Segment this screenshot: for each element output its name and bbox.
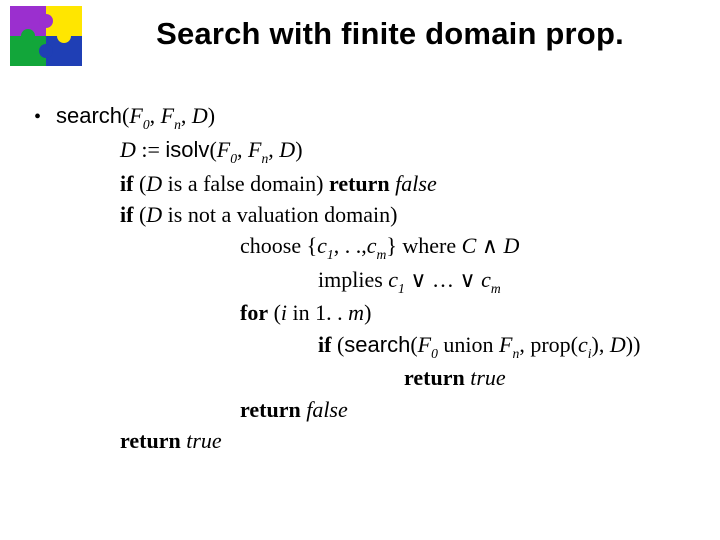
- code-line: return true: [120, 425, 690, 456]
- code-line: search(F0, Fn, D): [56, 100, 215, 134]
- code-line: for (i in 1. . m): [240, 297, 690, 328]
- code-line: if (D is a false domain) return false: [120, 168, 690, 199]
- code-line: return true: [404, 362, 690, 393]
- code-line: if (search(F0 union Fn, prop(ci), D)): [318, 329, 690, 363]
- code-line: implies c1 ∨ … ∨ cm: [318, 264, 690, 298]
- slide-title: Search with finite domain prop.: [90, 16, 690, 52]
- code-line: if (D is not a valuation domain): [120, 199, 690, 230]
- slide-body: • search(F0, Fn, D) D := isolv(F0, Fn, D…: [34, 100, 690, 456]
- bullet-icon: •: [34, 103, 56, 131]
- code-line: return false: [240, 394, 690, 425]
- code-line: choose {c1, . .,cm} where C ∧ D: [240, 230, 690, 264]
- bullet-line: • search(F0, Fn, D): [34, 100, 690, 134]
- code-line: D := isolv(F0, Fn, D): [120, 134, 690, 168]
- puzzle-logo-icon: [10, 6, 82, 66]
